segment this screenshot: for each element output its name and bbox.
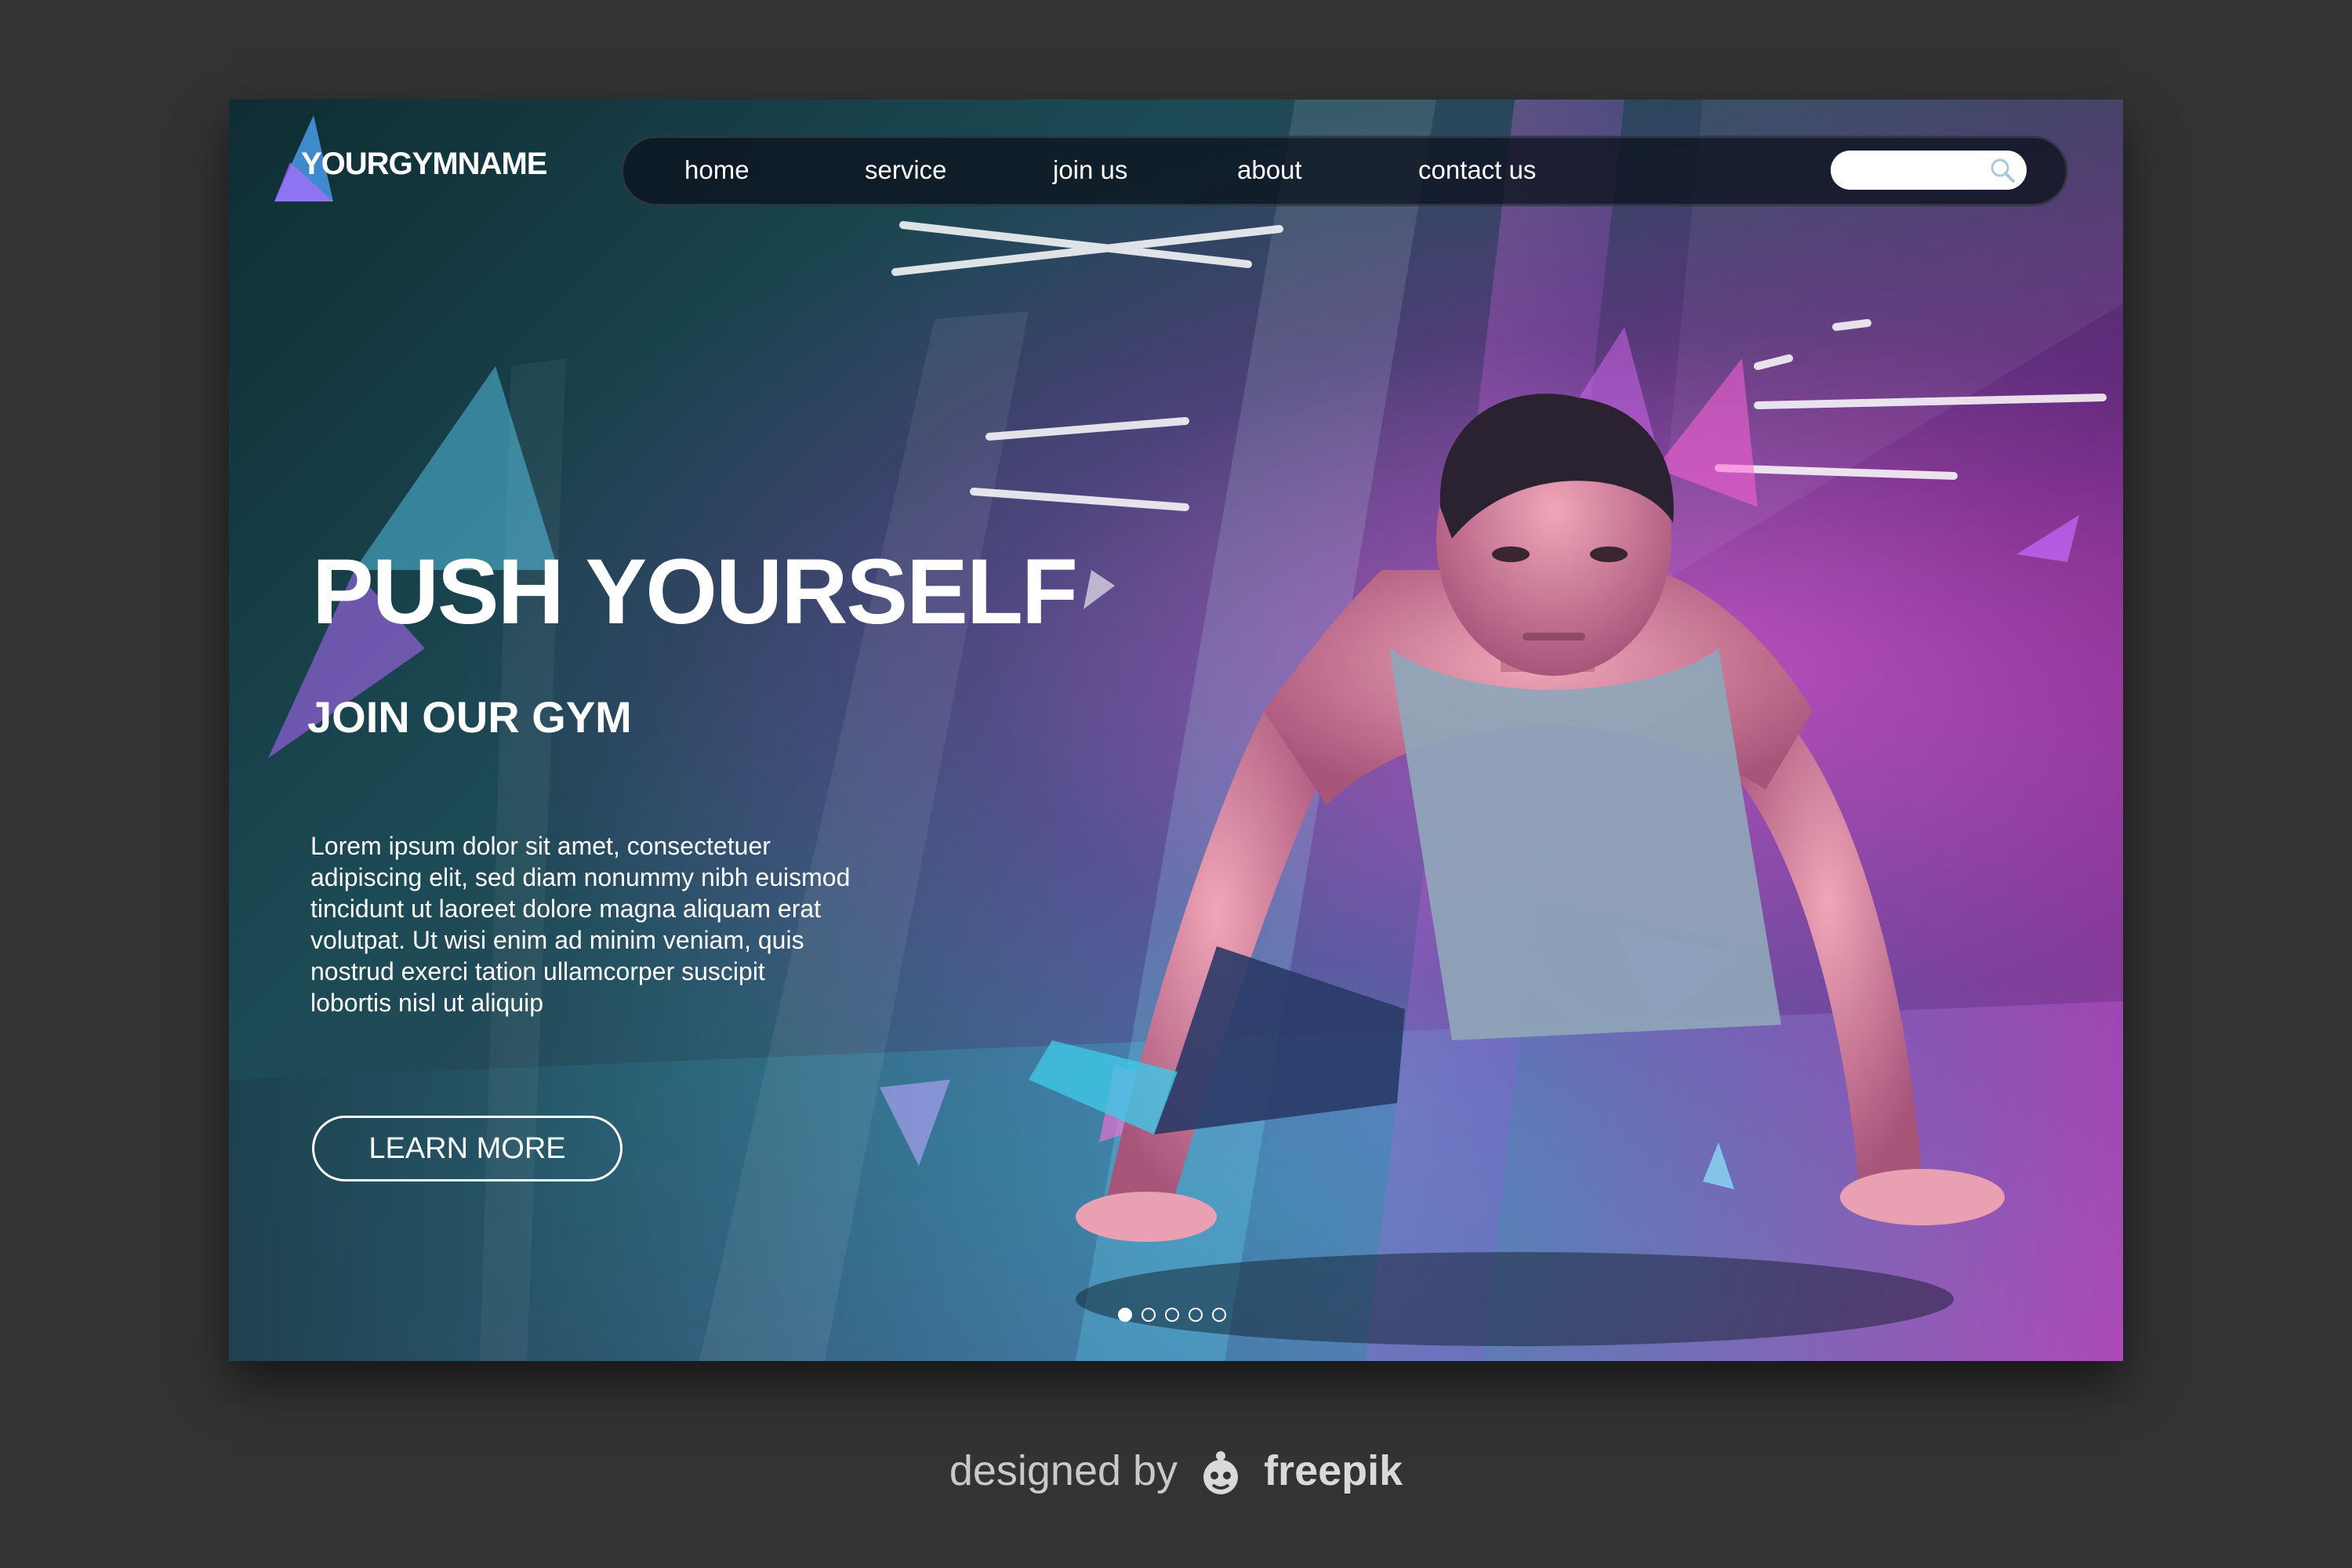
nav-item-home[interactable]: home <box>684 155 750 185</box>
search-input[interactable] <box>1831 151 2027 190</box>
nav-item-about[interactable]: about <box>1237 155 1302 185</box>
learn-more-button[interactable]: LEARN MORE <box>312 1116 622 1181</box>
credit-brand: freepik <box>1264 1447 1403 1494</box>
carousel-dot-5[interactable] <box>1212 1308 1226 1322</box>
search-icon[interactable] <box>1989 157 2016 183</box>
carousel-pagination <box>1118 1308 1236 1325</box>
nav-item-contact-us[interactable]: contact us <box>1418 155 1536 185</box>
credit-prefix: designed by <box>949 1447 1178 1494</box>
hero-subheadline: JOIN OUR GYM <box>307 692 632 742</box>
designer-credit: designed by freepik <box>0 1446 2352 1499</box>
carousel-dot-4[interactable] <box>1189 1308 1203 1322</box>
hero-headline: PUSH YOURSELF <box>312 540 1078 644</box>
brand-logo[interactable]: YOURGYMNAME <box>301 147 547 182</box>
landing-page-card: YOURGYMNAME home service join us about c… <box>229 100 2123 1361</box>
top-navigation: home service join us about contact us <box>621 136 2068 206</box>
carousel-dot-3[interactable] <box>1165 1308 1179 1322</box>
carousel-dot-2[interactable] <box>1142 1308 1156 1322</box>
freepik-logo-icon <box>1203 1450 1239 1494</box>
carousel-dot-1[interactable] <box>1118 1308 1132 1322</box>
nav-item-service[interactable]: service <box>865 155 947 185</box>
hero-body-text: Lorem ipsum dolor sit amet, consectetuer… <box>310 832 851 1017</box>
nav-item-join-us[interactable]: join us <box>1053 155 1127 185</box>
